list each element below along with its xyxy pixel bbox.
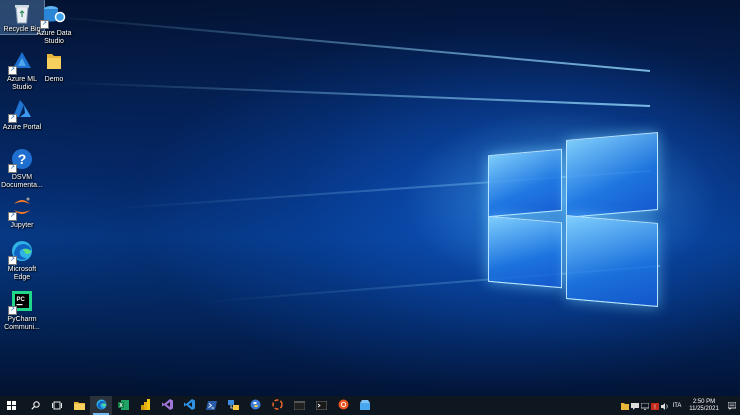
task-view-icon bbox=[52, 397, 62, 415]
ubuntu-icon bbox=[338, 397, 349, 415]
desktop-icon-microsoft-edge[interactable]: ↗ Microsoft Edge bbox=[0, 236, 44, 282]
desktop-icon-dsvm-documentation[interactable]: ? ↗ DSVM Documenta... bbox=[0, 144, 44, 190]
taskbar-vscode[interactable] bbox=[178, 396, 200, 415]
action-center-button[interactable] bbox=[724, 396, 740, 415]
svg-text:PC: PC bbox=[17, 297, 26, 303]
windows-logo-pane bbox=[488, 215, 562, 289]
taskbar-python[interactable] bbox=[244, 396, 266, 415]
notifications-icon bbox=[727, 397, 737, 415]
desktop-icon-pycharm[interactable]: PC ↗ PyCharm Communi... bbox=[0, 286, 44, 332]
desktop-icon-label: Jupyter bbox=[10, 222, 34, 229]
desktop-icon-label: Demo bbox=[44, 76, 64, 83]
network-icon bbox=[227, 397, 239, 415]
windows-logo-pane bbox=[566, 131, 658, 219]
power-bi-icon bbox=[140, 397, 150, 415]
r-icon bbox=[271, 397, 283, 415]
search-icon bbox=[30, 397, 40, 415]
taskbar-ubuntu[interactable] bbox=[332, 396, 354, 415]
tray-notification-icon-button[interactable] bbox=[630, 396, 640, 415]
desktop-icon-label: DSVM Documenta... bbox=[1, 174, 43, 189]
azure-storage-explorer-icon bbox=[359, 397, 371, 415]
taskbar-visual-studio[interactable] bbox=[156, 396, 178, 415]
tray-folder-button[interactable] bbox=[620, 396, 630, 415]
tray-display-button[interactable] bbox=[640, 396, 650, 415]
taskbar-edge[interactable] bbox=[90, 396, 112, 415]
task-view-button[interactable] bbox=[46, 396, 68, 415]
windows-logo-pane bbox=[488, 148, 562, 218]
azure-data-studio-icon: ↗ bbox=[40, 2, 67, 29]
azure-portal-icon: ↗ bbox=[8, 96, 35, 123]
system-tray: ! ITA 2:50 PM 11/25/2021 bbox=[620, 396, 740, 415]
desktop-icon-azure-data-studio[interactable]: ↗ Azure Data Studio bbox=[32, 0, 76, 46]
start-button[interactable] bbox=[0, 396, 22, 415]
monitor-icon bbox=[640, 397, 650, 415]
clock-time: 2:50 PM bbox=[692, 398, 716, 405]
alert-icon: ! bbox=[651, 397, 659, 415]
light-beam bbox=[60, 81, 651, 107]
vscode-icon bbox=[183, 397, 195, 415]
desktop-icon-azure-portal[interactable]: ↗ Azure Portal bbox=[0, 94, 44, 132]
desktop-icon-label: Azure Data Studio bbox=[36, 30, 72, 45]
clock-date: 11/25/2021 bbox=[689, 405, 719, 412]
desktop-background: Recycle Bin ↗ Azure Data Studio ↗ Azure … bbox=[0, 0, 740, 396]
edge-icon: ↗ bbox=[8, 238, 35, 265]
powershell-icon bbox=[205, 397, 217, 415]
help-icon: ? ↗ bbox=[8, 146, 35, 173]
taskbar-azure-storage-explorer[interactable] bbox=[354, 396, 376, 415]
tray-alert-button[interactable]: ! bbox=[650, 396, 660, 415]
taskbar-r-tool[interactable] bbox=[266, 396, 288, 415]
taskbar-powershell[interactable] bbox=[200, 396, 222, 415]
pycharm-icon: PC ↗ bbox=[8, 288, 35, 315]
file-explorer-icon bbox=[73, 397, 85, 415]
visual-studio-icon bbox=[161, 397, 173, 415]
desktop-icon-label: PyCharm Communi... bbox=[4, 316, 40, 331]
desktop-icon-jupyter[interactable]: ↗ Jupyter bbox=[0, 192, 44, 230]
taskbar-clock[interactable]: 2:50 PM 11/25/2021 bbox=[684, 399, 724, 413]
python-icon bbox=[250, 397, 261, 415]
taskbar-network-tool[interactable] bbox=[222, 396, 244, 415]
search-button[interactable] bbox=[24, 396, 46, 415]
taskbar-terminal[interactable] bbox=[310, 396, 332, 415]
start-icon bbox=[6, 397, 16, 415]
taskbar-jupyter[interactable] bbox=[288, 396, 310, 415]
input-language-indicator[interactable]: ITA bbox=[670, 403, 684, 409]
jupyter-icon bbox=[293, 397, 305, 415]
jupyter-icon: ↗ bbox=[8, 194, 35, 221]
desktop-icon-demo-folder[interactable]: Demo bbox=[32, 46, 76, 84]
edge-icon bbox=[96, 397, 107, 415]
folder-icon bbox=[621, 397, 629, 415]
volume-icon bbox=[661, 397, 669, 415]
terminal-icon bbox=[315, 397, 327, 415]
folder-icon bbox=[41, 48, 67, 74]
taskbar-file-explorer[interactable] bbox=[68, 396, 90, 415]
taskbar-excel[interactable]: X bbox=[112, 396, 134, 415]
excel-icon: X bbox=[117, 397, 129, 415]
desktop-icon-label: Azure Portal bbox=[2, 124, 42, 131]
light-beam bbox=[42, 14, 651, 72]
tray-volume-button[interactable] bbox=[660, 396, 670, 415]
speech-icon bbox=[631, 397, 639, 415]
windows-logo-pane bbox=[566, 214, 658, 308]
svg-text:?: ? bbox=[18, 151, 27, 167]
taskbar: X ! ITA 2:50 PM 11/25/2021 bbox=[0, 396, 740, 415]
taskbar-power-bi[interactable] bbox=[134, 396, 156, 415]
desktop-icon-label: Microsoft Edge bbox=[7, 266, 37, 281]
